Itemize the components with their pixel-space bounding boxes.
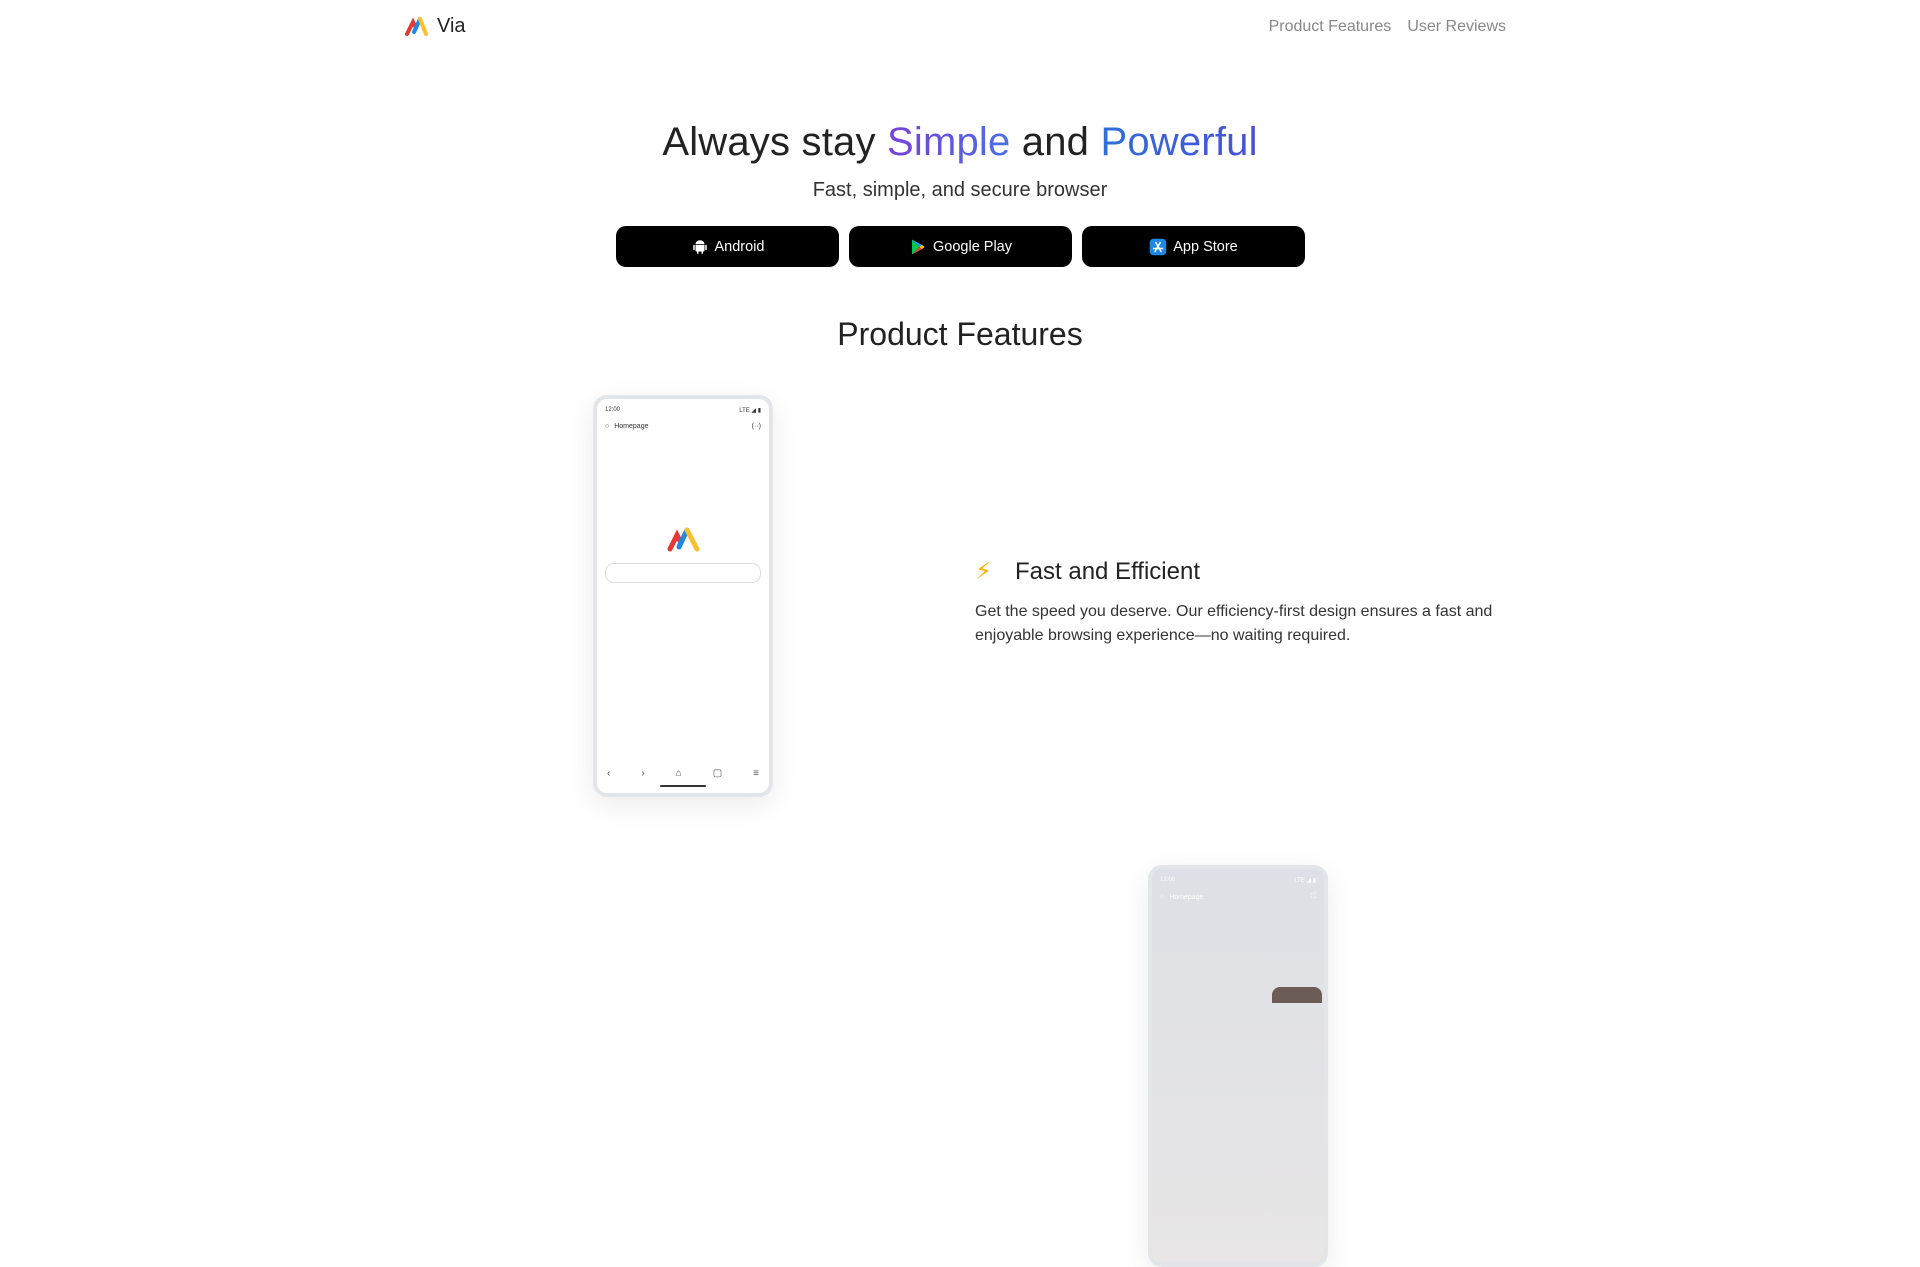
hero-title-powerful: Powerful [1100,120,1258,164]
app-store-icon [1150,238,1167,255]
brand[interactable]: Via [405,14,466,38]
phone-home-indicator [660,785,706,787]
phone-mockup-homepage: 12:00 LTE ◢ ▮ ○ Homepage (··) ‹ › ⌂ ▢ ≡ [593,395,773,797]
hero-title-prefix: Always stay [662,120,887,164]
google-play-download-button[interactable]: Google Play [849,226,1072,267]
android-download-button[interactable]: Android [616,226,839,267]
forward-icon: › [641,768,645,779]
hero-subtitle: Fast, simple, and secure browser [812,179,1108,201]
product-features-heading: Product Features [837,316,1083,352]
nav-link-product-features[interactable]: Product Features [1269,18,1392,36]
phone-search-label: Homepage [1169,893,1204,901]
hero-section: Always stay Simple and Powerful Fast, si… [0,120,1920,202]
download-buttons: Android Google Play App Store [616,226,1305,267]
phone-search-bar: ○ Homepage ⛶ [1160,893,1316,901]
android-icon [692,239,707,254]
google-play-icon [912,239,925,254]
qr-scan-icon: (··) [751,423,761,430]
feature-fast-efficient: ⚡ Fast and Efficient Get the speed you d… [975,557,1535,648]
google-play-button-label: Google Play [933,238,1012,255]
phone-search-label: Homepage [614,423,649,430]
phone-time: 12:00 [1160,877,1176,883]
top-navigation-bar: Via Product Features User Reviews [0,0,1920,56]
phone-time: 12:00 [605,407,621,413]
phone-status-bar: 12:00 LTE ◢ ▮ [605,407,761,414]
hero-title-and: and [1010,120,1101,164]
feature-title: Fast and Efficient [1015,557,1200,585]
qr-scan-icon: ⛶ [1311,893,1316,900]
search-icon: ○ [1160,893,1165,901]
phone-status-bar: 12:00 LTE ◢ ▮ [1160,877,1316,884]
phone-search-input [605,563,761,583]
wallpaper-mountain [1272,987,1322,1003]
lightning-icon: ⚡ [975,558,992,585]
feature-description: Get the speed you deserve. Our efficienc… [975,603,1493,644]
app-store-download-button[interactable]: App Store [1082,226,1305,267]
phone-mockup-wallpaper: 12:00 LTE ◢ ▮ ○ Homepage ⛶ [1148,865,1328,1267]
android-button-label: Android [714,238,765,255]
search-icon: ○ [605,423,610,430]
hero-title: Always stay Simple and Powerful [0,120,1920,165]
phone-bottom-toolbar: ‹ › ⌂ ▢ ≡ [607,768,759,779]
nav-links: Product Features User Reviews [1269,18,1506,36]
brand-name: Via [437,14,466,37]
back-icon: ‹ [607,768,611,779]
via-logo-icon [405,17,428,36]
hero-title-simple: Simple [887,120,1011,164]
via-logo-icon [667,527,700,552]
phone-signal: LTE ◢ ▮ [739,408,761,414]
app-store-button-label: App Store [1173,238,1238,255]
home-icon: ⌂ [675,768,682,779]
menu-icon: ≡ [753,768,759,779]
phone-signal: LTE ◢ ▮ [1294,878,1316,884]
phone-search-bar: ○ Homepage (··) [605,423,761,430]
nav-link-user-reviews[interactable]: User Reviews [1407,18,1506,36]
tabs-icon: ▢ [712,768,723,779]
